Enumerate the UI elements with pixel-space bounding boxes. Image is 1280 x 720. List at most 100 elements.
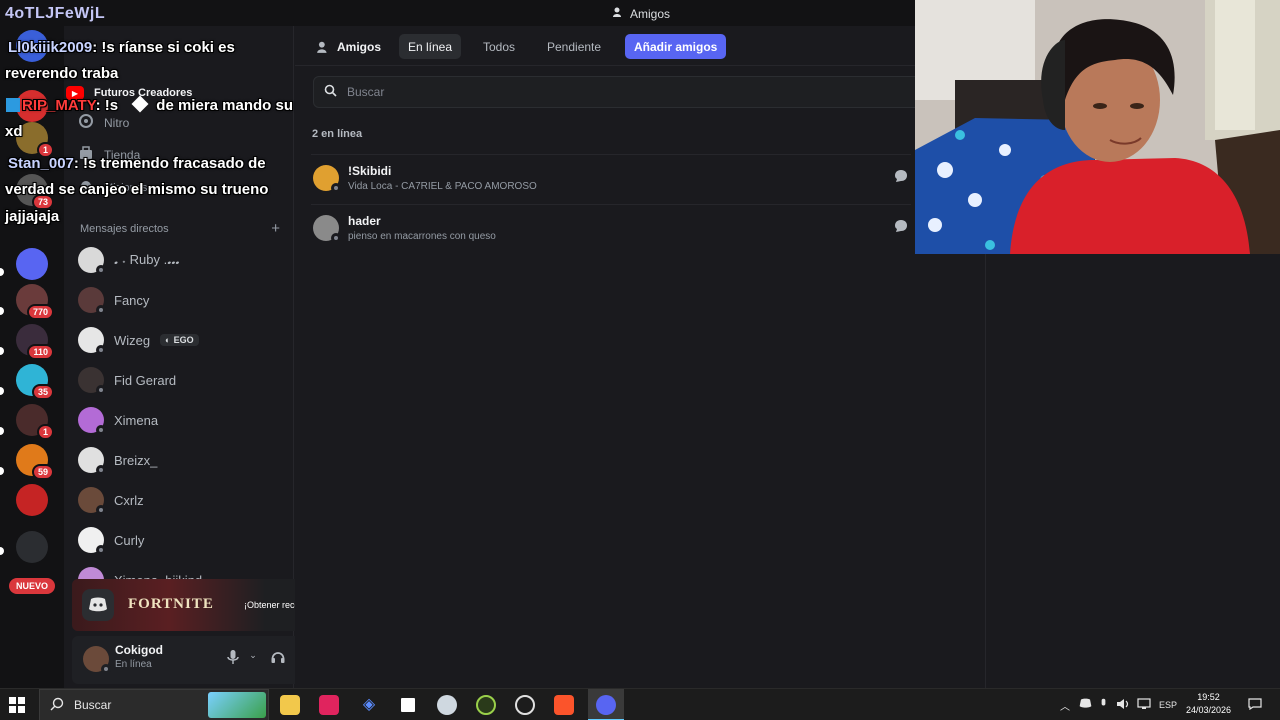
server-unread-pip: [0, 467, 4, 475]
avatar: [78, 327, 106, 355]
status-indicator: [96, 425, 106, 435]
search-icon: [324, 84, 337, 100]
server-icon[interactable]: 770: [16, 284, 54, 320]
tab-all[interactable]: Todos: [474, 34, 524, 59]
friend-row[interactable]: hader pienso en macarrones con queso: [311, 204, 911, 250]
sidebar-item-quests[interactable]: Misiones: [78, 178, 147, 197]
panel-divider: [985, 254, 986, 688]
mention-badge: 59: [31, 464, 54, 480]
microphone-tray-icon[interactable]: [1099, 698, 1108, 713]
status-indicator: [96, 305, 106, 315]
titlebar-title: Amigos: [612, 6, 670, 21]
friend-name: hader: [348, 214, 381, 228]
quests-icon: [78, 178, 94, 197]
server-unread-pip: [0, 307, 4, 315]
dm-item[interactable]: 𝅘 ˖ Ruby .𝅘𝅘𝅘: [78, 245, 180, 275]
dm-item[interactable]: Breizx_: [78, 445, 157, 475]
tab-online[interactable]: En línea: [399, 34, 462, 59]
microphone-icon[interactable]: [224, 650, 242, 667]
server-icon[interactable]: 59: [16, 444, 54, 480]
avatar: [78, 527, 106, 555]
mention-badge: 35: [31, 384, 54, 400]
app-icon-window[interactable]: [398, 695, 418, 715]
app-icon-shield[interactable]: [437, 695, 457, 715]
server-unread-pip: [0, 547, 4, 555]
friend-row[interactable]: !Skibidi Vida Loca - CA7RIEL & PACO AMORO…: [311, 154, 911, 200]
guild-tag: ◐ EGO: [160, 334, 199, 346]
language-indicator[interactable]: ESP: [1159, 700, 1177, 710]
status-indicator: [96, 545, 106, 555]
friend-name: !Skibidi: [348, 164, 392, 178]
windows-taskbar: Buscar ◈ ︿ ESP 19:52 24/03/2026: [0, 688, 1280, 720]
user-avatar[interactable]: [83, 646, 111, 674]
brave-browser-icon[interactable]: [554, 695, 574, 715]
windows-start-icon[interactable]: [8, 696, 28, 716]
server-icon[interactable]: 1: [16, 122, 54, 158]
server-icon[interactable]: 1: [16, 404, 54, 440]
network-icon[interactable]: [1137, 698, 1151, 713]
sidebar-item-label: Misiones: [104, 181, 148, 194]
server-icon[interactable]: [16, 484, 48, 516]
friend-activity: Vida Loca - CA7RIEL & PACO AMOROSO: [348, 181, 537, 192]
server-icon[interactable]: [16, 531, 48, 563]
chevron-up-icon[interactable]: ︿: [1060, 698, 1070, 713]
tab-pending[interactable]: Pendiente: [538, 34, 610, 59]
discord-taskbar-button[interactable]: [588, 689, 624, 720]
clock-time: 19:52: [1197, 692, 1220, 702]
avatar: [78, 247, 106, 275]
new-badge: NUEVO: [9, 578, 55, 594]
dm-item[interactable]: Wizeg ◐ EGO: [78, 325, 199, 355]
status-indicator: [96, 505, 106, 515]
dm-name: Wizeg: [114, 332, 151, 348]
sidebar-item-shop[interactable]: Tienda: [78, 145, 140, 164]
dm-item[interactable]: Fid Gerard: [78, 365, 176, 395]
status-indicator: [331, 233, 341, 243]
friends-header-label: Amigos: [337, 39, 382, 54]
mention-badge: 770: [26, 304, 54, 320]
status-indicator: [101, 664, 111, 674]
dm-name: Cxrlz: [114, 492, 144, 508]
message-icon[interactable]: [893, 219, 909, 235]
chevron-down-icon[interactable]: ⌄: [244, 650, 262, 661]
speaker-icon[interactable]: [1116, 698, 1130, 713]
add-friends-button[interactable]: Añadir amigos: [625, 34, 727, 59]
dm-item[interactable]: Curly: [78, 525, 144, 555]
server-icon[interactable]: [16, 248, 48, 280]
sidebar-item-nitro[interactable]: Nitro: [78, 113, 129, 132]
dm-item[interactable]: Ximena: [78, 405, 158, 435]
app-icon-red[interactable]: [319, 695, 339, 715]
sidebar-item-futuros-creadores[interactable]: ▶ Futuros Creadores: [66, 86, 192, 100]
server-icon[interactable]: 35: [16, 364, 54, 400]
dm-item[interactable]: Cxrlz: [78, 485, 144, 515]
avatar: [78, 367, 106, 395]
webcam-overlay: [915, 0, 1280, 254]
app-icon-green[interactable]: [476, 695, 496, 715]
server-icon[interactable]: 110: [16, 324, 54, 360]
server-icon[interactable]: [16, 90, 48, 122]
nitro-icon: [78, 113, 94, 132]
guild-tag-icon: ◐: [165, 335, 171, 345]
app-icon-obs[interactable]: [515, 695, 535, 715]
system-clock[interactable]: 19:52 24/03/2026: [1186, 691, 1231, 717]
sidebar-item-label: Nitro: [104, 115, 130, 130]
server-avatar: [16, 30, 48, 62]
status-indicator: [96, 265, 106, 275]
dm-item[interactable]: Fancy: [78, 285, 149, 315]
file-explorer-icon[interactable]: [280, 695, 300, 715]
discord-tray-icon[interactable]: [1079, 698, 1092, 712]
server-icon[interactable]: 73: [16, 174, 54, 210]
dm-name: Ximena: [114, 412, 159, 428]
user-status: En línea: [115, 659, 152, 670]
app-icon-blue[interactable]: ◈: [359, 695, 379, 715]
friends-icon: [316, 40, 330, 54]
add-dm-button[interactable]: +: [271, 221, 280, 236]
search-input[interactable]: [347, 85, 907, 99]
taskbar-search[interactable]: Buscar: [39, 689, 269, 720]
stream-watermark: 4oTLJFeWjL: [5, 5, 106, 22]
server-icon[interactable]: [16, 30, 48, 62]
message-icon[interactable]: [893, 169, 909, 185]
notifications-icon[interactable]: [1248, 698, 1262, 713]
headphones-icon[interactable]: [269, 650, 287, 667]
user-name: Cokigod: [115, 643, 163, 657]
sidebar-item-label: Tienda: [104, 147, 141, 162]
